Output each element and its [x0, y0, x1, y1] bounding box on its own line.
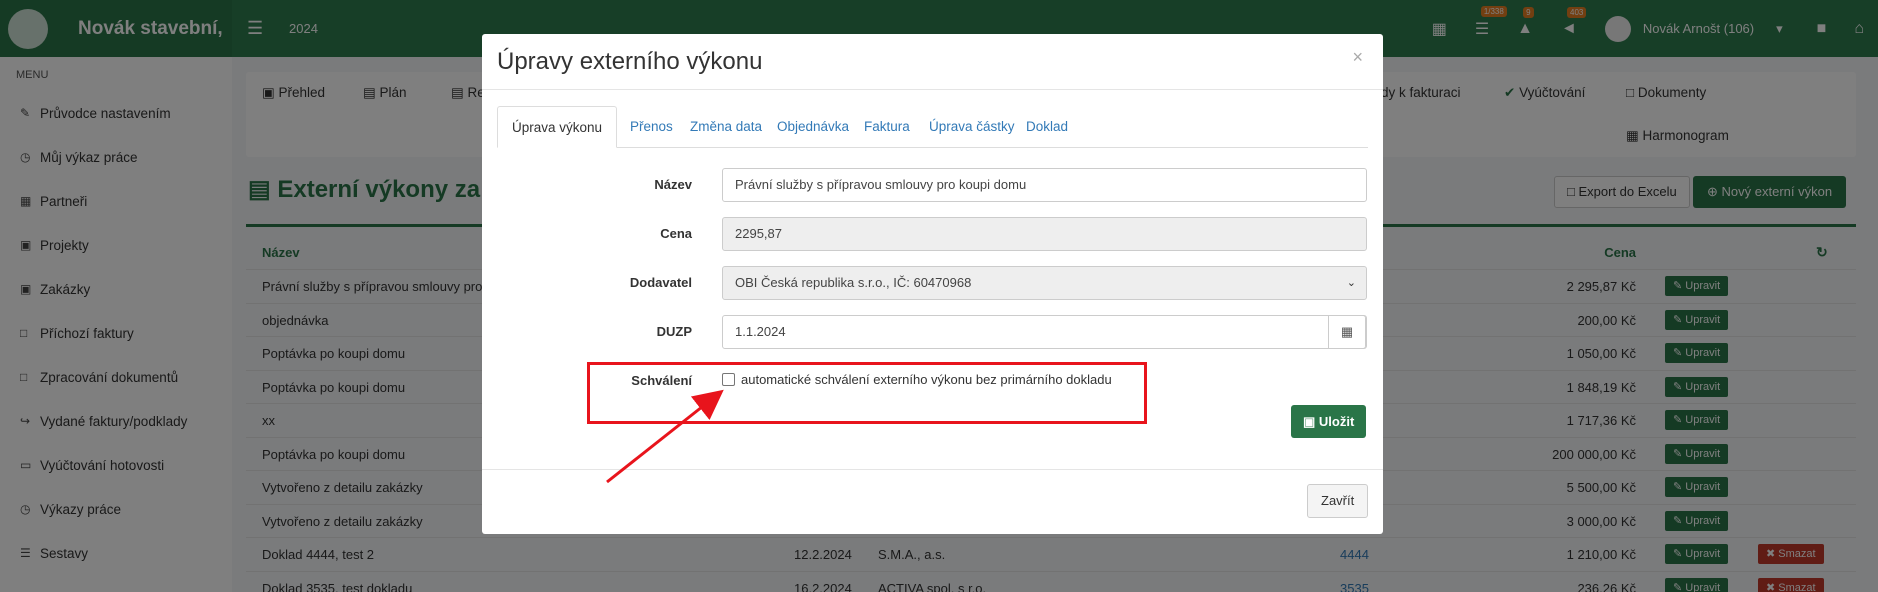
supplier-select[interactable]: OBI Česká republika s.r.o., IČ: 60470968…	[722, 266, 1367, 300]
highlight-box	[587, 362, 1147, 424]
name-input[interactable]: Právní služby s přípravou smlouvy pro ko…	[722, 168, 1367, 202]
supplier-value: OBI Česká republika s.r.o., IČ: 60470968	[735, 275, 972, 290]
tab-doklad[interactable]: Doklad	[1012, 106, 1082, 148]
calendar-icon[interactable]: ▦	[1328, 315, 1366, 349]
edit-external-work-modal: Úpravy externího výkonu × Úprava výkonu …	[482, 34, 1383, 534]
duzp-input[interactable]: 1.1.2024 ▦	[722, 315, 1367, 349]
duzp-value: 1.1.2024	[735, 324, 786, 339]
close-icon[interactable]: ×	[1352, 47, 1363, 68]
modal-divider	[482, 89, 1383, 90]
duzp-label: DUZP	[656, 324, 692, 339]
modal-tabs: Úprava výkonu Přenos Změna data Objednáv…	[497, 106, 1368, 148]
chevron-down-icon: ⌄	[1346, 277, 1356, 289]
save-button[interactable]: ▣ Uložit	[1291, 405, 1367, 438]
floppy-icon: ▣	[1303, 414, 1316, 429]
tab-faktura[interactable]: Faktura	[850, 106, 924, 148]
price-label: Cena	[660, 226, 692, 241]
price-input: 2295,87	[722, 217, 1367, 251]
name-label: Název	[654, 177, 692, 192]
supplier-label: Dodavatel	[629, 275, 692, 290]
tab-objednavka[interactable]: Objednávka	[763, 106, 863, 148]
tab-uprava-vykonu[interactable]: Úprava výkonu	[497, 106, 618, 148]
modal-footer-divider	[482, 469, 1383, 470]
close-button[interactable]: Zavřít	[1307, 484, 1369, 518]
modal-title: Úpravy externího výkonu	[497, 48, 763, 75]
tab-zmena-data[interactable]: Změna data	[676, 106, 776, 148]
save-label: Uložit	[1318, 414, 1355, 429]
